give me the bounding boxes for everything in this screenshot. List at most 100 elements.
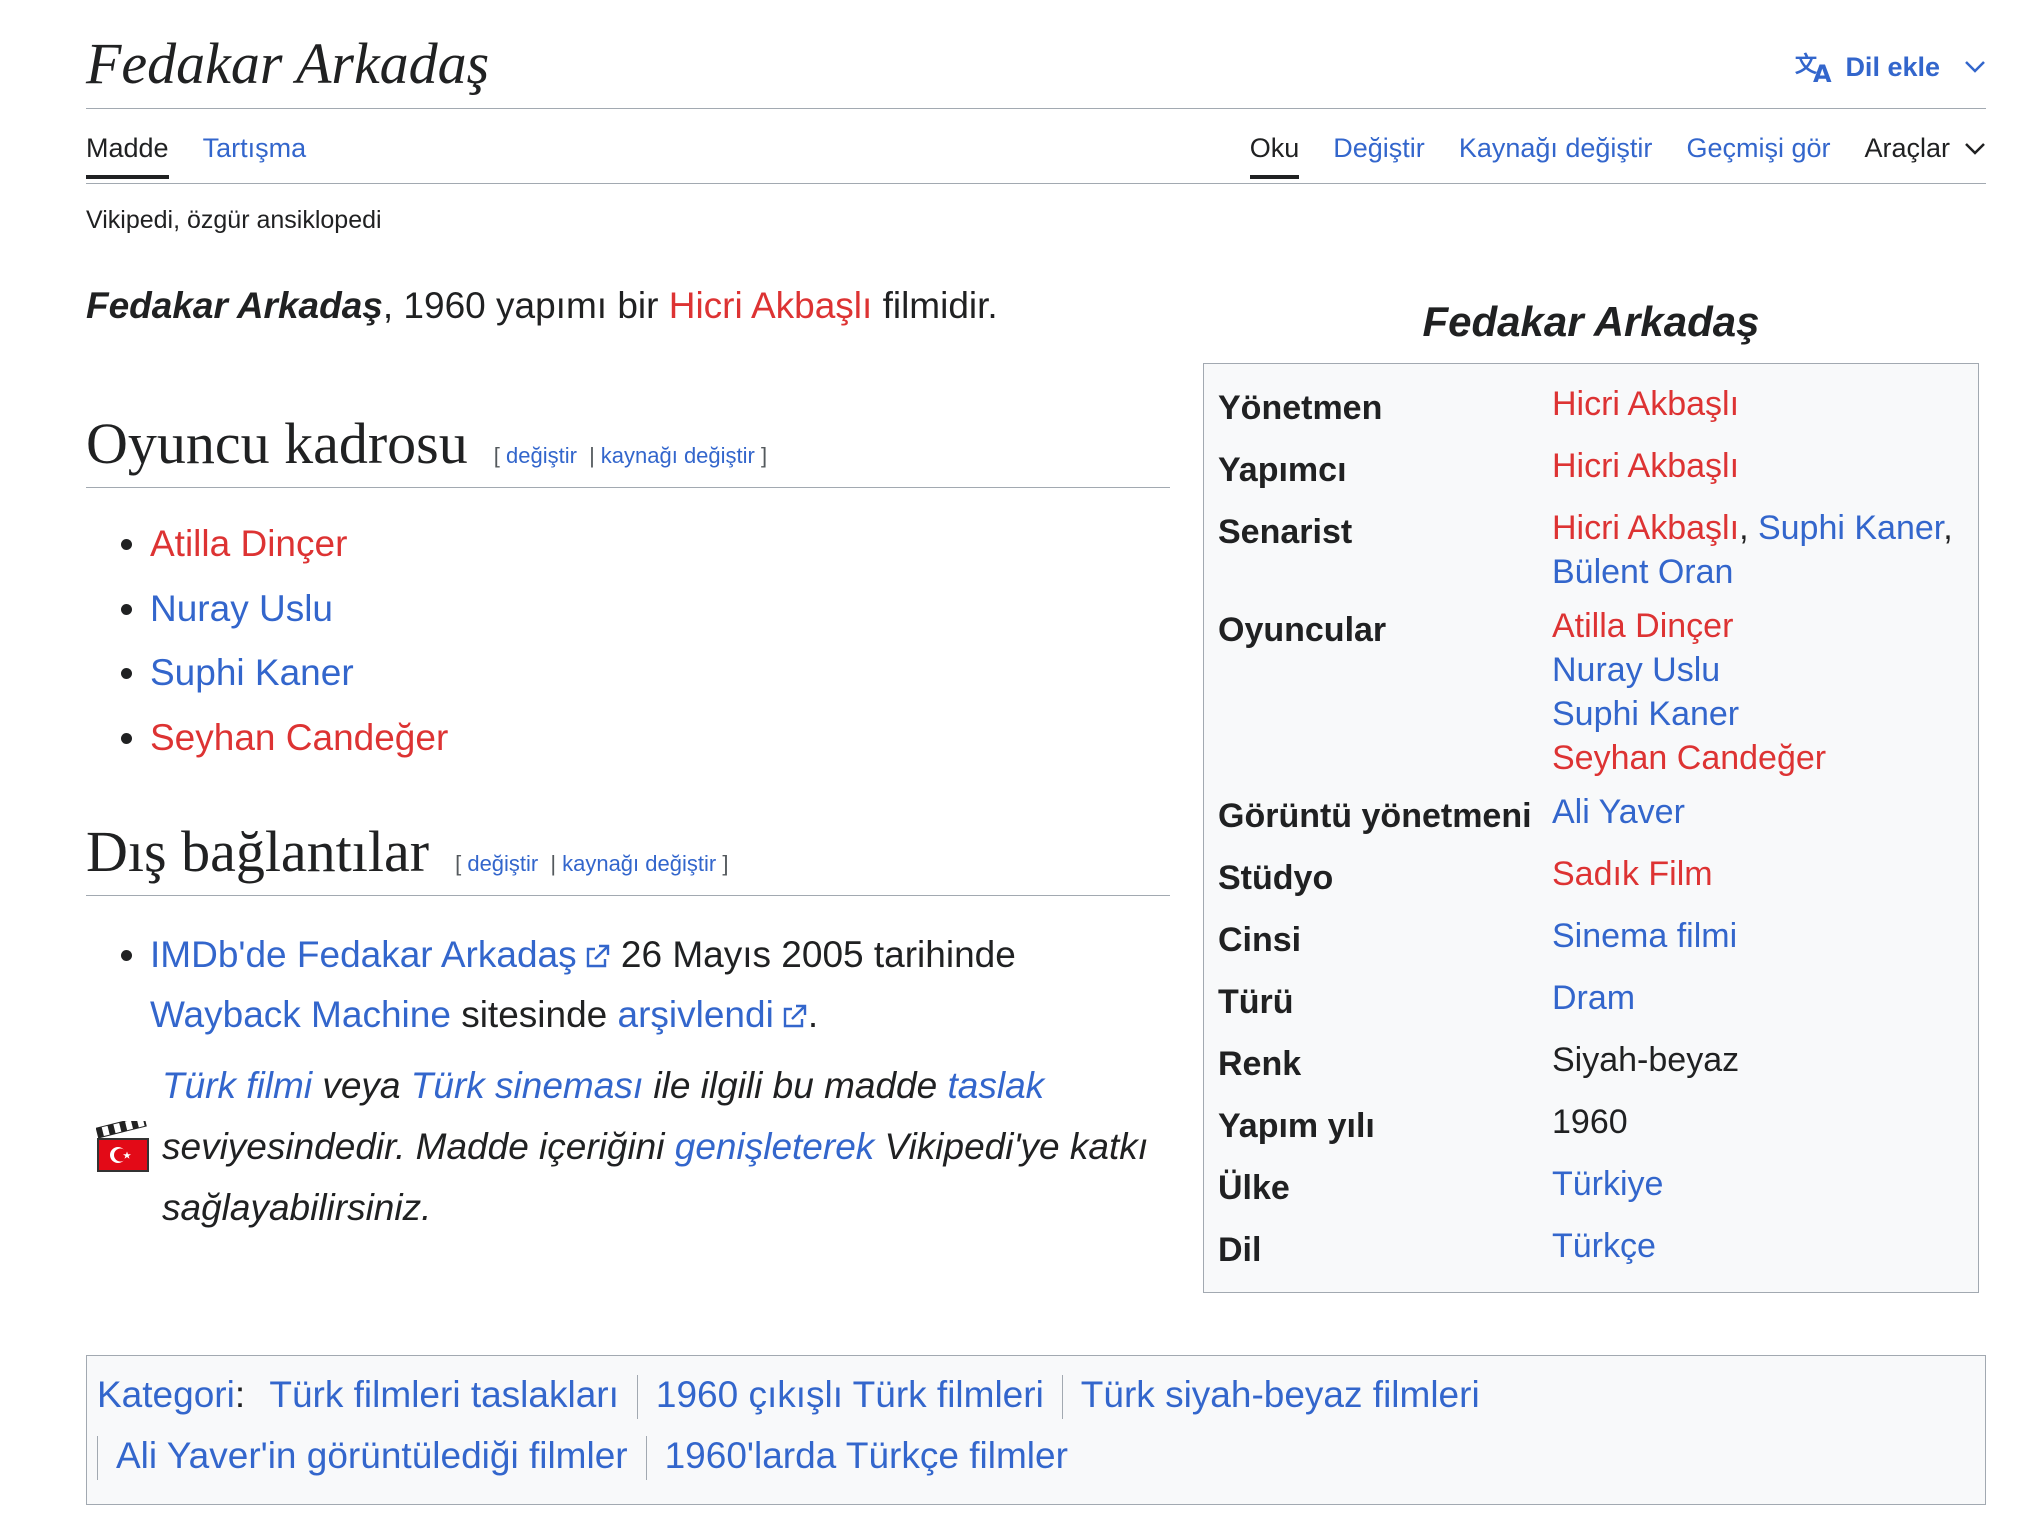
infobox-cast-value: Atilla Dinçer Nuray Uslu Suphi Kaner Sey… (1552, 604, 1968, 780)
external-link-icon (783, 1005, 807, 1028)
section-edit-link[interactable]: değiştir (467, 851, 538, 876)
tab-read[interactable]: Oku (1249, 133, 1299, 179)
tab-talk[interactable]: Tartışma (203, 133, 307, 178)
infobox-row-genre: Türü Dram (1218, 976, 1968, 1024)
infobox-writer-link[interactable]: Suphi Kaner (1758, 509, 1943, 547)
stub-fragment: ile ilgili bu madde (643, 1065, 948, 1106)
infobox-cast-link[interactable]: Suphi Kaner (1552, 695, 1739, 733)
cast-link[interactable]: Atilla Dinçer (150, 523, 347, 564)
infobox-row-writer: Senarist Hicri Akbaşlı, Suphi Kaner, Bül… (1218, 506, 1968, 594)
tab-article[interactable]: Madde (86, 133, 169, 179)
bracket: [ (455, 851, 462, 876)
add-language-button[interactable]: 文 A Dil ekle (1795, 50, 1986, 84)
stub-link-taslak[interactable]: taslak (948, 1065, 1045, 1106)
infobox-row-language: Dil Türkçe (1218, 1224, 1968, 1272)
namespace-tabs: Madde Tartışma (86, 133, 307, 179)
category-separator (97, 1436, 98, 1481)
stub-fragment: seviyesindedir. Madde içeriğini (162, 1126, 675, 1167)
cast-link[interactable]: Suphi Kaner (150, 652, 354, 693)
infobox-label: Dil (1218, 1231, 1262, 1269)
list-item: Suphi Kaner (150, 641, 448, 706)
category-label-link[interactable]: Kategori (97, 1374, 235, 1415)
section-edit-links: [ değiştir | kaynağı değiştir ] (494, 443, 767, 469)
infobox-label: Yapım yılı (1218, 1107, 1375, 1145)
category-separator (636, 1375, 638, 1420)
infobox-caption: Fedakar Arkadaş (1422, 298, 1760, 345)
stub-link-genisleterek[interactable]: genişleterek (675, 1126, 875, 1167)
director-link[interactable]: Hicri Akbaşlı (669, 285, 873, 326)
infobox-producer-link[interactable]: Hicri Akbaşlı (1552, 447, 1739, 485)
infobox-writer-link[interactable]: Hicri Akbaşlı (1552, 509, 1739, 547)
add-language-label: Dil ekle (1845, 51, 1940, 82)
section-edit-source-link[interactable]: kaynağı değiştir (601, 443, 755, 468)
infobox-label: Senarist (1218, 513, 1353, 551)
infobox-row-type: Cinsi Sinema filmi (1218, 914, 1968, 962)
site-tagline: Vikipedi, özgür ansiklopedi (86, 206, 382, 234)
infobox-writer-link[interactable]: Bülent Oran (1552, 553, 1733, 591)
tools-menu[interactable]: Araçlar (1864, 133, 1986, 178)
wayback-link[interactable]: Wayback Machine (150, 994, 451, 1035)
infobox-label: Görüntü yönetmeni (1218, 797, 1532, 835)
archived-link[interactable]: arşivlendi (618, 994, 774, 1035)
infobox-type-link[interactable]: Sinema filmi (1552, 917, 1737, 955)
tab-edit[interactable]: Değiştir (1333, 133, 1425, 178)
infobox: Yönetmen Hicri Akbaşlı Yapımcı Hicri Akb… (1203, 363, 1979, 1293)
list-item: Seyhan Candeğer (150, 706, 448, 771)
list-item: Nuray Uslu (150, 577, 448, 642)
infobox-row-cast: Oyuncular Atilla Dinçer Nuray Uslu Suphi… (1218, 604, 1968, 780)
infobox-year-value: 1960 (1552, 1103, 1628, 1141)
category-item[interactable]: Ali Yaver'in görüntülediği filmler (116, 1425, 628, 1486)
category-item[interactable]: Türk filmleri taslakları (269, 1364, 619, 1425)
view-tabs: Oku Değiştir Kaynağı değiştir Geçmişi gö… (1249, 133, 1986, 179)
infobox-cast-link[interactable]: Nuray Uslu (1552, 651, 1720, 689)
infobox-cinematographer-link[interactable]: Ali Yaver (1552, 793, 1685, 831)
infobox-row-cinematographer: Görüntü yönetmeni Ali Yaver (1218, 790, 1968, 838)
tabs-divider (86, 183, 1986, 184)
infobox-label: Cinsi (1218, 921, 1302, 959)
section-edit-link[interactable]: değiştir (506, 443, 577, 468)
external-links-list: IMDb'de Fedakar Arkadaş 26 Mayıs 2005 ta… (86, 925, 1170, 1045)
infobox-director-link[interactable]: Hicri Akbaşlı (1552, 385, 1739, 423)
chevron-down-icon (1965, 142, 1985, 155)
stub-link-turk-filmi[interactable]: Türk filmi (162, 1065, 312, 1106)
infobox-language-link[interactable]: Türkçe (1552, 1227, 1656, 1265)
tab-history[interactable]: Geçmişi gör (1686, 133, 1830, 178)
svg-text:A: A (1813, 60, 1832, 84)
category-separator (645, 1436, 647, 1481)
section-edit-source-link[interactable]: kaynağı değiştir (562, 851, 716, 876)
infobox-country-link[interactable]: Türkiye (1552, 1165, 1663, 1203)
stub-link-turk-sinemasi[interactable]: Türk sineması (411, 1065, 643, 1106)
cast-link[interactable]: Nuray Uslu (150, 588, 333, 629)
infobox-genre-link[interactable]: Dram (1552, 979, 1635, 1017)
category-links: Kategori: Türk filmleri taslakları 1960 ç… (86, 1355, 1986, 1505)
stub-text: Türk filmi veya Türk sineması ile ilgili… (162, 1055, 1166, 1238)
infobox-row-producer: Yapımcı Hicri Akbaşlı (1218, 444, 1968, 492)
stub-fragment: veya (312, 1065, 411, 1106)
infobox-cast-link[interactable]: Seyhan Candeğer (1552, 739, 1826, 777)
imdb-link[interactable]: IMDb'de Fedakar Arkadaş (150, 934, 577, 975)
archived-text: 26 Mayıs 2005 tarihinde (610, 934, 1016, 975)
external-link-icon (586, 945, 609, 968)
heading-cast: Oyuncu kadrosu [ değiştir | kaynağı değiş… (86, 410, 1170, 488)
article-intro: Fedakar Arkadaş, 1960 yapımı bir Hicri A… (86, 276, 1170, 335)
intro-bold-title: Fedakar Arkadaş (86, 285, 383, 326)
infobox-cast-link[interactable]: Atilla Dinçer (1552, 607, 1733, 645)
cast-link[interactable]: Seyhan Candeğer (150, 717, 448, 758)
infobox-label: Yapımcı (1218, 451, 1347, 489)
category-item[interactable]: 1960'larda Türkçe filmler (665, 1425, 1068, 1486)
infobox-writer-value: Hicri Akbaşlı, Suphi Kaner, Bülent Oran (1552, 506, 1968, 594)
category-item[interactable]: 1960 çıkışlı Türk filmleri (656, 1364, 1044, 1425)
section-edit-links: [ değiştir | kaynağı değiştir ] (455, 851, 728, 877)
category-item[interactable]: Türk siyah-beyaz filmleri (1081, 1364, 1480, 1425)
infobox-row-director: Yönetmen Hicri Akbaşlı (1218, 382, 1968, 430)
infobox-studio-link[interactable]: Sadık Film (1552, 855, 1713, 893)
infobox-label: Türü (1218, 983, 1294, 1021)
page-title: Fedakar Arkadaş (86, 31, 490, 96)
separator: | (550, 851, 557, 876)
tools-label: Araçlar (1864, 133, 1950, 163)
separator: | (589, 443, 595, 468)
intro-text: , 1960 yapımı bir (382, 285, 669, 326)
tab-edit-source[interactable]: Kaynağı değiştir (1459, 133, 1653, 178)
bracket: ] (722, 851, 729, 876)
category-separator (1061, 1375, 1063, 1420)
